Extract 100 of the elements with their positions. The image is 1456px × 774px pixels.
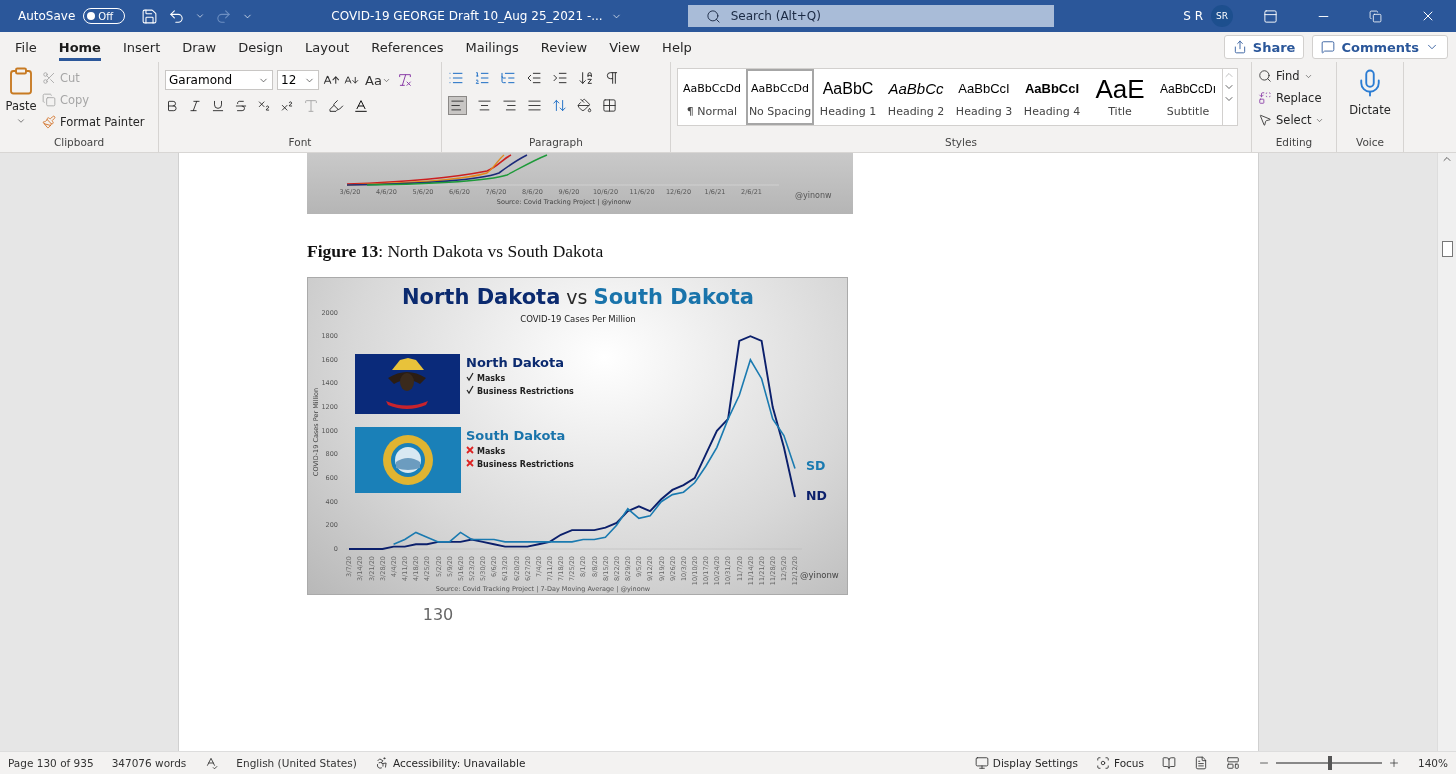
menu-tab[interactable]: Draw [171,35,228,59]
decrease-indent-icon[interactable] [526,70,542,86]
scrollbar-thumb[interactable] [1441,241,1453,257]
legend-title: South Dakota [466,428,566,443]
group-label: Voice [1355,136,1385,150]
share-icon [1232,40,1247,54]
menu-tab[interactable]: Insert [111,35,172,59]
highlighter-icon[interactable] [328,98,344,114]
group-label: Editing [1274,136,1314,150]
underline-icon[interactable] [211,99,225,113]
zoom-slider-thumb[interactable] [1327,756,1332,770]
menu-tab[interactable]: Home [47,35,112,59]
line-spacing-icon[interactable] [552,98,567,113]
clear-formatting-icon[interactable] [396,72,413,88]
north-dakota-flag-icon [355,354,460,414]
ribbon-display-icon[interactable] [1263,8,1278,24]
caret-icon[interactable] [16,116,26,126]
replace-icon [1258,91,1272,105]
document-title: COVID-19 GEORGE Draft 10_Aug 25_2021 -... [331,9,603,23]
select-button[interactable]: Select [1258,110,1325,130]
sort-icon[interactable] [578,70,594,86]
menu-tab[interactable]: Layout [294,35,361,59]
display-settings-button[interactable]: Display Settings [974,753,1078,773]
save-icon[interactable] [141,7,159,25]
read-mode-icon[interactable] [1161,756,1176,770]
subscript-icon[interactable] [257,99,271,113]
increase-indent-icon[interactable] [552,70,568,86]
figure-caption: Figure 13: North Dakota vs South Dakota [307,241,605,263]
monitor-icon [974,756,989,770]
user-avatar[interactable]: SR [1211,5,1233,27]
chart-handle: @yinonw [795,191,832,200]
comments-button[interactable]: Comments [1312,35,1448,59]
font-size-field[interactable]: 12 [277,70,319,90]
find-button[interactable]: Find [1258,66,1325,86]
copy-icon [42,93,56,107]
dictate-button[interactable]: Dictate [1349,100,1391,120]
chart-handle: @yinonw [800,570,839,580]
replace-button[interactable]: Replace [1258,88,1325,108]
print-layout-icon[interactable] [1193,756,1208,770]
web-layout-icon[interactable] [1225,756,1240,770]
align-left-icon [450,98,465,113]
menu-tab[interactable]: Help [651,35,703,59]
zoom-level[interactable]: 140% [1417,757,1448,769]
font-name-field[interactable]: Garamond [165,70,273,90]
pilcrow-icon[interactable] [604,70,620,86]
accessibility-icon [374,756,389,770]
numbering-icon[interactable] [474,70,490,86]
share-button[interactable]: Share [1223,35,1305,59]
menu-tab[interactable]: Mailings [454,35,530,59]
legend-title: North Dakota [466,355,564,370]
superscript-icon[interactable] [280,99,294,113]
borders-icon[interactable] [602,98,617,113]
language-label[interactable]: English (United States) [236,757,357,769]
legend-item: Business Restrictions [477,387,574,396]
focus-icon [1095,756,1110,770]
strikethrough-icon[interactable] [234,99,248,113]
group-label: Clipboard [52,136,106,150]
word-count[interactable]: 347076 words [111,757,187,769]
align-center-icon[interactable] [477,98,492,113]
justify-icon[interactable] [527,98,542,113]
focus-button[interactable]: Focus [1095,753,1144,773]
bullets-icon[interactable] [448,70,464,86]
restore-icon[interactable] [1369,9,1382,23]
legend-item: Masks [477,447,506,456]
group-label: Paragraph [528,136,584,150]
group-label: Styles [944,136,978,150]
legend-item: Masks [477,374,506,383]
multilevel-list-icon[interactable] [500,70,516,86]
change-case-button[interactable]: Aa [363,70,393,90]
menu-tab[interactable]: References [360,35,455,59]
page-count[interactable]: Page 130 of 935 [8,757,94,769]
italic-icon[interactable] [188,99,202,113]
format-painter-button[interactable]: Format Painter [42,112,145,132]
series-end-label: ND [806,488,827,503]
proofing-icon[interactable] [204,756,219,770]
chart-title: North Dakota vs South Dakota [402,285,754,309]
menu-tab[interactable]: File [4,35,48,59]
align-left-button[interactable] [448,96,467,115]
menu-tab[interactable]: Design [227,35,295,59]
search-field[interactable]: Search (Alt+Q) [687,5,1054,27]
chart-subtitle: COVID-19 Cases Per Million [520,314,636,324]
zoom-in-icon[interactable] [1387,757,1400,769]
align-right-icon[interactable] [502,98,517,113]
font-color-icon[interactable] [353,98,369,114]
legend-item: Business Restrictions [477,460,574,469]
style-item[interactable]: AaBbCcDd No Spacing [746,69,814,125]
group-label: Font [287,136,313,150]
shading-icon[interactable] [577,98,592,113]
south-dakota-flag-icon [355,427,461,493]
page-number: 130 [421,605,455,624]
vertical-scrollbar[interactable] [1437,153,1456,751]
paste-button[interactable]: Paste [5,96,37,116]
bold-icon[interactable] [165,99,179,113]
menu-tab[interactable]: View [598,35,652,59]
undo-icon[interactable] [168,7,186,25]
accessibility-button[interactable]: Accessibility: Unavailable [374,753,526,773]
caret-icon[interactable] [195,11,206,21]
series-end-label: SD [806,458,826,473]
menu-tab[interactable]: Review [529,35,599,59]
search-icon [705,8,721,24]
